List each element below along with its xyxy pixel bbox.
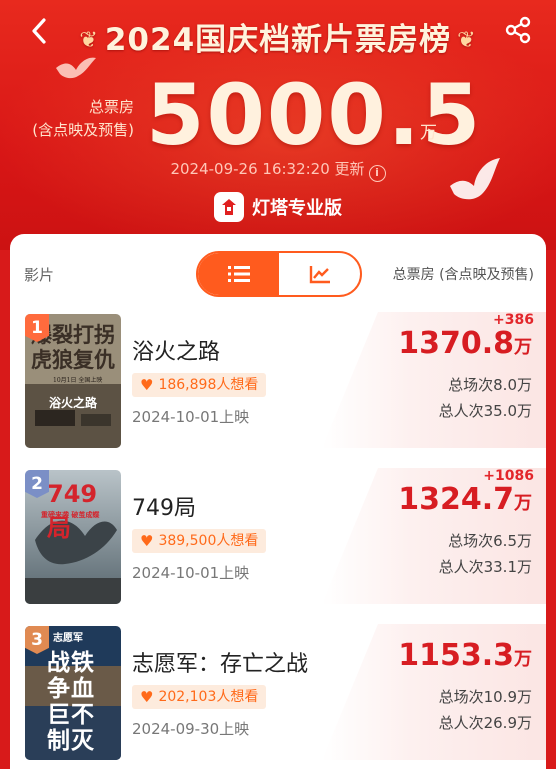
- brand-badge: 灯塔专业版: [0, 192, 556, 222]
- column-header-boxoffice: 总票房 (含点映及预售): [392, 267, 534, 283]
- trend-chart-icon: [309, 266, 330, 284]
- total-viewers: 总人次33.1万: [438, 558, 532, 576]
- info-icon[interactable]: i: [368, 165, 386, 182]
- boxoffice-value: 1370.8万: [398, 326, 532, 361]
- list-view-button[interactable]: [198, 253, 279, 295]
- dengta-logo-icon: [214, 192, 244, 222]
- poster-subtitle: 志愿军: [53, 633, 83, 644]
- heart-icon: ♥: [140, 532, 154, 550]
- movie-poster[interactable]: 749局 重磅来袭 破茧成蝶 2: [25, 470, 121, 604]
- movie-poster[interactable]: 爆裂打拐 虎狼复仇 10月1日 全国上映 浴火之路 1: [25, 314, 121, 448]
- poster-subtitle: 浴火之路: [49, 396, 98, 410]
- column-header-movie: 影片: [24, 266, 55, 284]
- total-shows: 总场次10.9万: [438, 688, 532, 706]
- want-to-see-badge: ♥ 202,103人想看: [132, 685, 267, 709]
- movie-title[interactable]: 浴火之路: [132, 334, 220, 366]
- movie-title[interactable]: 749局: [132, 490, 196, 522]
- poster-title: 战铁 争血 巨不 制灭: [47, 649, 95, 754]
- movie-title[interactable]: 志愿军：存亡之战: [132, 646, 308, 678]
- brand-name: 灯塔专业版: [252, 198, 342, 219]
- boxoffice-value: 1153.3万: [398, 638, 532, 673]
- total-viewers: 总人次26.9万: [438, 714, 532, 732]
- heart-icon: ♥: [140, 688, 154, 706]
- share-icon[interactable]: [500, 12, 536, 48]
- chart-view-button[interactable]: [279, 253, 360, 295]
- list-icon: [227, 266, 250, 282]
- total-boxoffice-value: 5000.5: [146, 66, 483, 164]
- laurel-left-icon: ❦: [79, 28, 99, 53]
- total-shows: 总场次6.5万: [448, 532, 532, 550]
- ranking-panel: 影片 总票房 (含点映及预售) 爆裂打拐 虎狼复仇 10月1日 全国上映 浴火之…: [10, 234, 546, 769]
- update-time: 2024-09-26 16:32:20 更新 i: [0, 158, 556, 182]
- dove-icon: [56, 57, 96, 79]
- view-toggle: [196, 251, 362, 297]
- total-boxoffice-label: 总票房 (含点映及预售): [32, 98, 134, 139]
- page-title: ❦ 2024国庆档新片票房榜 ❦: [79, 22, 477, 58]
- total-shows: 总场次8.0万: [448, 376, 532, 394]
- want-to-see-badge: ♥ 389,500人想看: [132, 529, 267, 553]
- movie-row[interactable]: 749局 重磅来袭 破茧成蝶 2 749局 ♥ 389,500人想看 2024-1…: [10, 468, 546, 608]
- want-to-see-badge: ♥ 186,898人想看: [132, 373, 267, 397]
- total-boxoffice-unit: 万: [420, 123, 437, 143]
- heart-icon: ♥: [140, 376, 154, 394]
- movie-row[interactable]: 爆裂打拐 虎狼复仇 10月1日 全国上映 浴火之路 1 浴火之路 ♥ 186,898…: [10, 312, 546, 452]
- movie-row[interactable]: 志愿军 战铁 争血 巨不 制灭 3 志愿军：存亡之战 ♥ 202,103人想看 2024…: [10, 624, 546, 764]
- poster-tagline: 重磅来袭 破茧成蝶: [41, 510, 100, 519]
- poster-date: 10月1日 全国上映: [53, 377, 103, 384]
- release-date: 2024-10-01上映: [132, 564, 250, 582]
- laurel-right-icon: ❦: [457, 28, 477, 53]
- total-viewers: 总人次35.0万: [438, 402, 532, 420]
- boxoffice-value: 1324.7万: [398, 482, 532, 517]
- hero-banner: ❦ 2024国庆档新片票房榜 ❦ 总票房 (含点映及预售) 5000.5 万 202…: [0, 0, 556, 250]
- release-date: 2024-10-01上映: [132, 408, 250, 426]
- release-date: 2024-09-30上映: [132, 720, 250, 738]
- movie-poster[interactable]: 志愿军 战铁 争血 巨不 制灭 3: [25, 626, 121, 760]
